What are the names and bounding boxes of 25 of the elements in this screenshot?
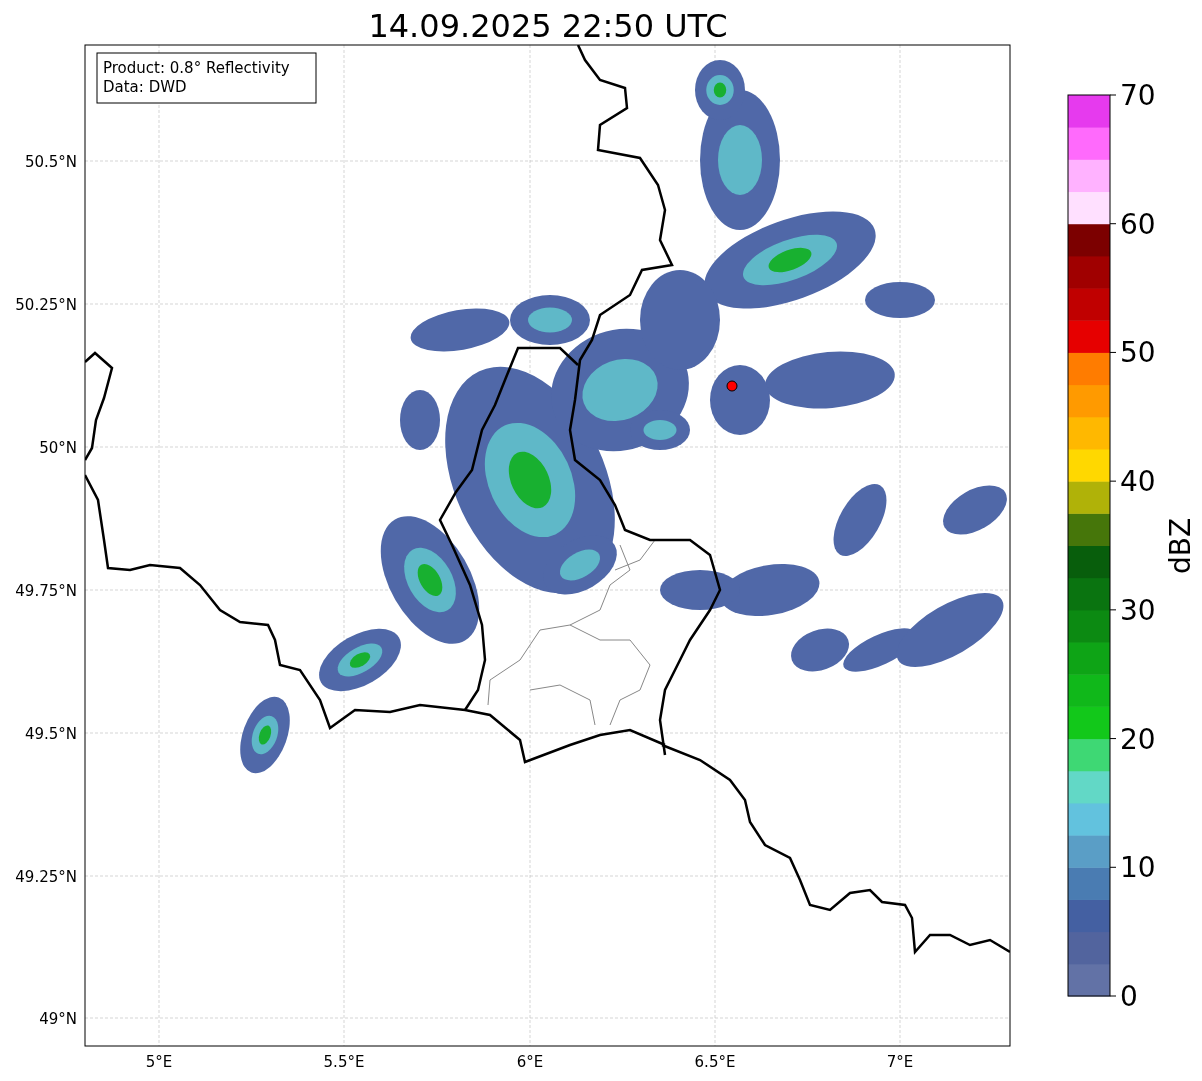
colorbar-tick-label: 60 [1120, 207, 1156, 241]
latitude-label: 50°N [39, 439, 77, 457]
colorbar-tick-label: 70 [1120, 79, 1156, 112]
latitude-label: 49°N [39, 1010, 77, 1028]
colorbar-tick-label: 50 [1120, 336, 1156, 370]
latitude-label: 50.25°N [15, 296, 77, 314]
info-text: Data: DWD [103, 78, 187, 96]
latitude-label: 50.5°N [24, 153, 77, 171]
colorbar-label: dBZ [1164, 517, 1197, 575]
longitude-label: 7°E [886, 1053, 914, 1071]
colorbar-tick-label: 20 [1120, 722, 1156, 756]
latitude-label: 49.25°N [15, 868, 77, 886]
colorbar-tick-label: 40 [1120, 465, 1156, 499]
longitude-label: 5°E [145, 1053, 173, 1071]
longitude-label: 6.5°E [694, 1053, 736, 1071]
colorbar-tick-label: 30 [1120, 593, 1156, 627]
latitude-label: 49.5°N [24, 725, 77, 743]
colorbar-tick-label: 0 [1120, 980, 1138, 1013]
info-text: Product: 0.8° Reflectivity [103, 59, 290, 77]
colorbar-tick-label: 10 [1120, 851, 1156, 885]
latitude-label: 49.75°N [15, 582, 77, 600]
radar-site-marker [726, 380, 738, 392]
longitude-label: 6°E [516, 1053, 544, 1071]
chart-title: 14.09.2025 22:50 UTC [368, 7, 728, 45]
longitude-label: 5.5°E [323, 1053, 365, 1071]
